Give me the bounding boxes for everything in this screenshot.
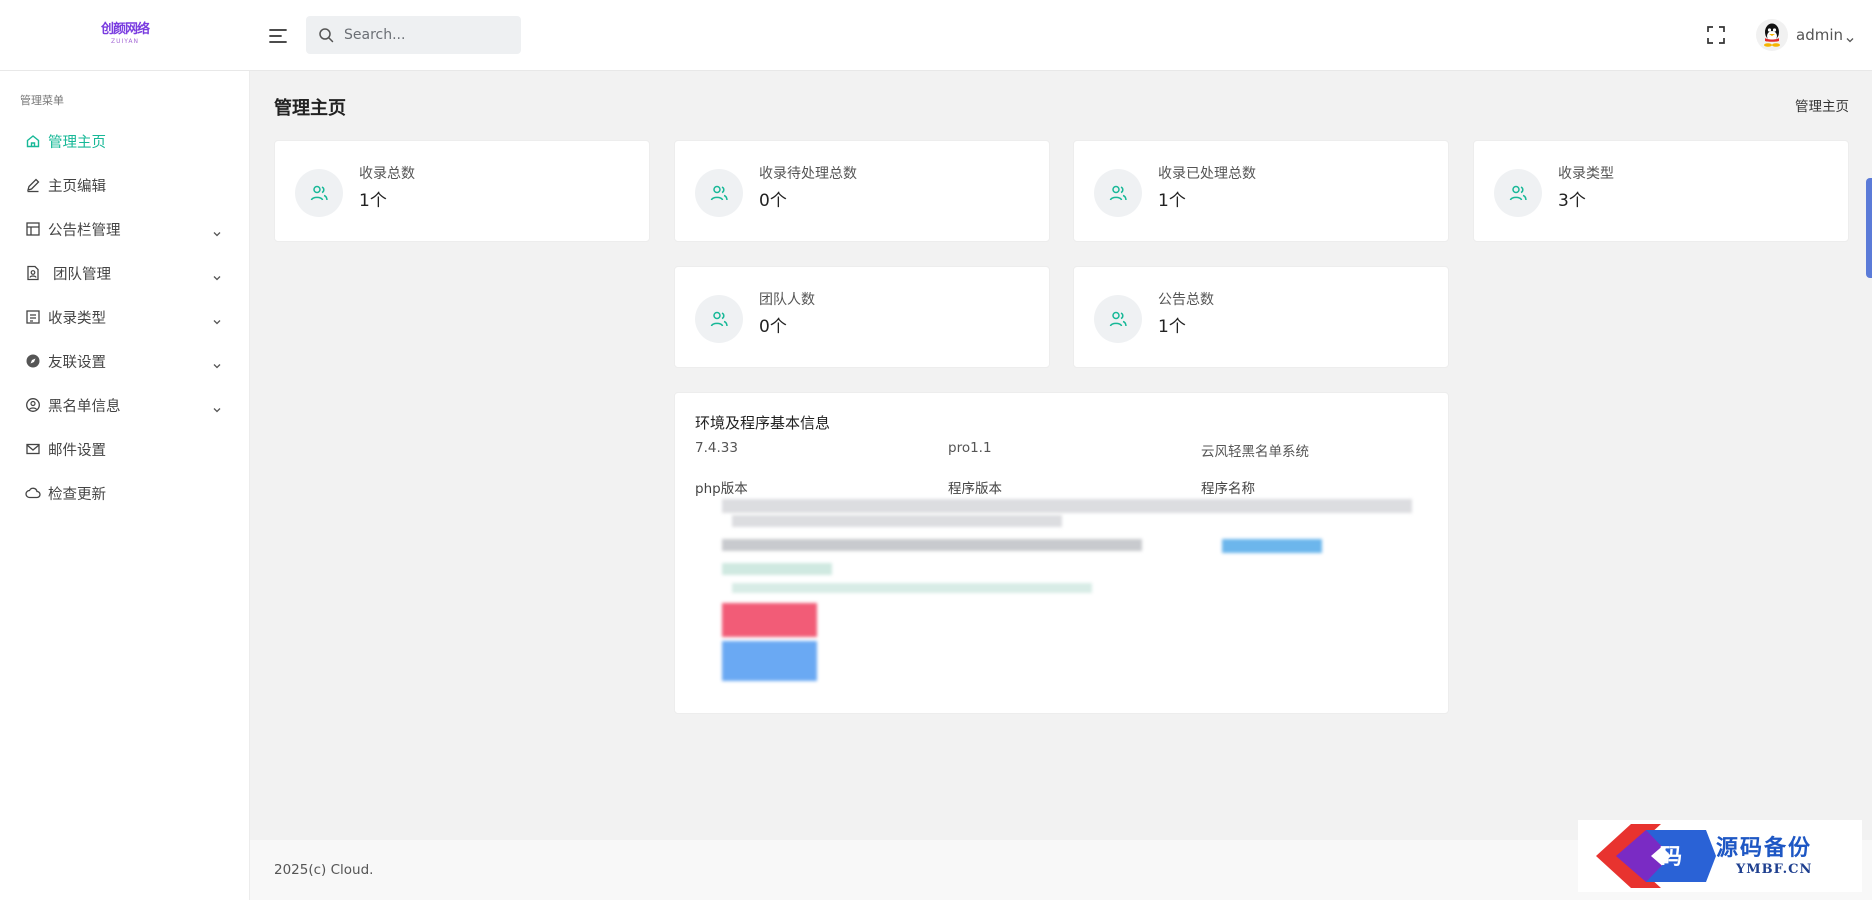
user-circle-icon [25,397,41,413]
php-version-label: php版本 [695,481,748,497]
footer-text: 2025(c) Cloud. [274,862,374,878]
sidebar-item-home[interactable]: 管理主页 [0,121,250,161]
users-icon [1094,169,1142,217]
stat-card: 收录总数 1个 [274,140,650,242]
compass-icon [25,353,41,369]
watermark-subtext: YMBF.CN [1736,862,1813,877]
users-icon [695,169,743,217]
mail-icon [25,441,41,457]
stat-card: 公告总数 1个 [1073,266,1449,368]
program-name-value: 云风轻黑名单系统 [1201,444,1309,460]
stat-card: 收录类型 3个 [1473,140,1849,242]
team-icon [25,265,41,281]
stat-label: 收录已处理总数 [1158,166,1256,182]
pixelated-region [722,497,1422,681]
stat-value: 1个 [359,191,387,211]
sidebar-item-team[interactable]: 团队管理 [0,253,250,293]
chevron-down-icon [212,400,222,413]
watermark-text: 源码备份 [1716,835,1813,861]
user-name: admin [1796,26,1843,44]
watermark: 码 源码备份 YMBF.CN [1578,820,1862,892]
stat-card: 团队人数 0个 [674,266,1050,368]
sidebar-item-label: 团队管理 [53,266,111,283]
users-icon [695,295,743,343]
program-version-value: pro1.1 [948,440,992,456]
stat-label: 收录待处理总数 [759,166,857,182]
chevron-down-icon [212,356,222,369]
stat-value: 1个 [1158,191,1186,211]
stat-value: 0个 [759,317,787,337]
edit-icon [25,177,41,193]
sidebar-item-update[interactable]: 检查更新 [0,473,250,513]
stat-card: 收录待处理总数 0个 [674,140,1050,242]
sidebar-item-label: 主页编辑 [48,178,106,195]
chevron-down-icon [212,312,222,325]
stat-label: 收录类型 [1558,166,1614,182]
php-version-value: 7.4.33 [695,440,738,456]
home-icon [25,133,41,149]
program-name-label: 程序名称 [1201,481,1255,497]
stat-value: 3个 [1558,191,1586,211]
stat-value: 0个 [759,191,787,211]
stat-label: 公告总数 [1158,292,1214,308]
search-icon [318,27,334,43]
stat-label: 团队人数 [759,292,815,308]
sidebar-item-label: 友联设置 [48,354,106,371]
side-tab[interactable] [1866,178,1872,278]
watermark-logo-icon: 码 [1596,824,1716,888]
sidebar-item-blacklist[interactable]: 黑名单信息 [0,385,250,425]
layout-icon [25,221,41,237]
sidebar-item-label: 公告栏管理 [48,222,121,239]
user-menu[interactable]: admin [1756,19,1855,51]
sidebar-item-notice[interactable]: 公告栏管理 [0,209,250,249]
program-version-label: 程序版本 [948,481,1002,497]
watermark-glyph: 码 [1660,844,1682,870]
cloud-icon [25,485,41,501]
chevron-down-icon [1845,30,1855,43]
chevron-down-icon [212,268,222,281]
users-icon [295,169,343,217]
fullscreen-icon[interactable] [1706,25,1726,45]
users-icon [1094,295,1142,343]
menu-toggle-icon[interactable] [266,24,290,48]
logo-text: 创颜网络 [100,22,150,37]
stat-label: 收录总数 [359,166,415,182]
users-icon [1494,169,1542,217]
sidebar-item-label: 管理主页 [48,134,106,151]
breadcrumb[interactable]: 管理主页 [1795,95,1849,115]
sidebar-item-label: 黑名单信息 [48,398,121,415]
logo[interactable]: 创颜网络 ZUIYAN [98,22,152,50]
sidebar-item-label: 检查更新 [48,486,106,503]
avatar [1756,19,1788,51]
sidebar-title: 管理菜单 [20,94,64,107]
top-header: 创颜网络 ZUIYAN admin [0,0,1872,71]
sidebar-item-label: 收录类型 [48,310,106,327]
sidebar-item-label: 邮件设置 [48,442,106,459]
stat-card: 收录已处理总数 1个 [1073,140,1449,242]
sidebar: 管理菜单 管理主页 主页编辑 公告栏管理 团队管理 收录类型 友联设置 黑名单信… [0,71,250,900]
sidebar-item-links[interactable]: 友联设置 [0,341,250,381]
list-icon [25,309,41,325]
info-card: 环境及程序基本信息 7.4.33 pro1.1 云风轻黑名单系统 php版本 程… [674,392,1449,714]
search-box [306,16,521,54]
logo-subtext: ZUIYAN [110,38,140,45]
sidebar-item-home-edit[interactable]: 主页编辑 [0,165,250,205]
sidebar-item-mail[interactable]: 邮件设置 [0,429,250,469]
stat-value: 1个 [1158,317,1186,337]
info-title: 环境及程序基本信息 [695,414,831,432]
page-title: 管理主页 [274,98,346,119]
sidebar-item-types[interactable]: 收录类型 [0,297,250,337]
chevron-down-icon [212,224,222,237]
search-input[interactable] [344,16,514,54]
